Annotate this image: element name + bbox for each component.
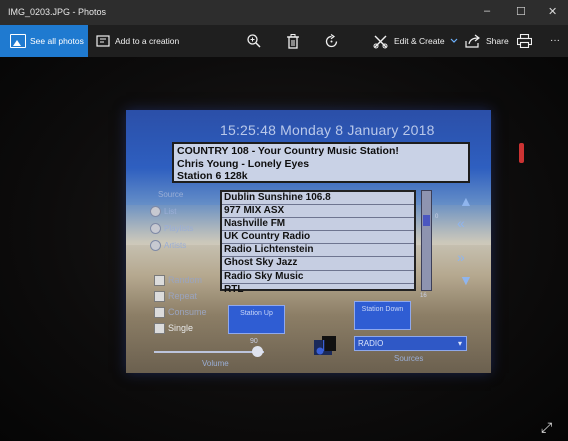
volume-value: 90: [250, 338, 258, 345]
delete-icon: [287, 33, 299, 49]
share-button[interactable]: Share: [465, 25, 509, 57]
volume-knob: [252, 346, 263, 357]
list-item: Radio Sky Music: [222, 271, 414, 284]
photo-tv-screen: 15:25:48 Monday 8 January 2018 COUNTRY 1…: [126, 110, 491, 373]
thermometer-icon: [519, 143, 524, 163]
source-label: Source: [158, 190, 184, 199]
edit-create-label: Edit & Create: [394, 36, 445, 46]
list-item: Dublin Sunshine 106.8: [222, 192, 414, 206]
double-left-icon: «: [457, 215, 465, 231]
arrow-down-icon: ▼: [459, 272, 473, 288]
scroll-min-label: 0: [435, 214, 439, 220]
edit-create-button[interactable]: Edit & Create: [373, 25, 458, 57]
window-title: IMG_0203.JPG - Photos: [8, 7, 107, 17]
more-icon: ···: [550, 35, 560, 46]
clock-text: 15:25:48 Monday 8 January 2018: [220, 122, 435, 138]
zoom-icon: [247, 34, 261, 48]
checkbox-random-label: Random: [168, 275, 203, 285]
sources-label: Sources: [394, 354, 424, 363]
now-playing-line: COUNTRY 108 - Your Country Music Station…: [177, 145, 399, 157]
now-playing-line: Chris Young - Lonely Eyes: [177, 157, 310, 170]
radio-list-label: List: [164, 207, 177, 216]
zoom-button[interactable]: [246, 25, 262, 57]
share-label: Share: [486, 36, 509, 46]
title-bar: IMG_0203.JPG - Photos – ☐ ✕: [0, 0, 568, 25]
chevron-down-icon: [450, 38, 457, 43]
double-right-icon: »: [457, 249, 465, 265]
list-item: Nashville FM: [222, 218, 414, 232]
radio-list: [150, 206, 161, 217]
radio-artists-label: Artists: [164, 241, 187, 250]
rotate-button[interactable]: [324, 25, 339, 57]
chevron-down-icon: ▾: [457, 339, 462, 348]
scroll-thumb: [423, 215, 430, 226]
print-icon: [517, 34, 532, 48]
add-creation-icon: [96, 35, 110, 47]
add-to-creation-button[interactable]: Add to a creation: [96, 25, 179, 57]
scroll-max-label: 16: [420, 293, 427, 299]
list-item: RTL: [224, 283, 244, 295]
checkbox-repeat-label: Repeat: [168, 291, 198, 301]
list-item: 977 MIX ASX: [222, 205, 414, 219]
rotate-icon: [325, 33, 338, 47]
more-button[interactable]: ···: [550, 25, 560, 57]
now-playing-box: COUNTRY 108 - Your Country Music Station…: [172, 142, 470, 183]
see-all-photos-button[interactable]: See all photos: [0, 25, 88, 57]
print-button[interactable]: [517, 25, 532, 57]
radio-playlists: [150, 223, 161, 234]
station-down-button: Station Down: [354, 301, 411, 330]
checkbox-consume-label: Consume: [168, 307, 207, 317]
list-item: Ghost Sky Jazz: [222, 257, 414, 271]
station-list: Dublin Sunshine 106.8 977 MIX ASX Nashvi…: [220, 190, 416, 295]
source-select: RADIO ▾: [354, 336, 467, 351]
arrow-up-icon: ▲: [459, 193, 473, 209]
close-button[interactable]: ✕: [548, 5, 557, 18]
checkbox-consume: [154, 307, 165, 318]
volume-slider: [154, 351, 264, 353]
add-to-creation-label: Add to a creation: [115, 36, 180, 46]
station-up-button: Station Up: [228, 305, 285, 334]
station-scrollbar: [421, 190, 432, 291]
maximize-button[interactable]: ☐: [516, 5, 526, 18]
list-item: Radio Lichtenstein: [222, 244, 414, 258]
fullscreen-icon[interactable]: ⤢: [541, 419, 552, 436]
checkbox-single: [154, 323, 165, 334]
see-all-photos-label: See all photos: [30, 36, 84, 46]
source-select-value: RADIO: [358, 339, 384, 348]
minimize-button[interactable]: –: [484, 5, 490, 17]
image-icon: [10, 34, 26, 48]
list-item: UK Country Radio: [222, 231, 414, 245]
delete-button[interactable]: [287, 25, 299, 57]
edit-icon: [373, 35, 388, 48]
checkbox-single-label: Single: [168, 323, 194, 333]
music-icon: [314, 336, 336, 355]
checkbox-random: [154, 275, 165, 286]
volume-label: Volume: [202, 359, 229, 368]
checkbox-repeat: [154, 291, 165, 302]
toolbar: See all photos Add to a creation Edit & …: [0, 25, 568, 57]
now-playing-line: Station 6 128k: [177, 170, 248, 182]
share-icon: [465, 34, 480, 48]
radio-artists: [150, 240, 161, 251]
radio-playlists-label: Playlists: [164, 224, 194, 233]
